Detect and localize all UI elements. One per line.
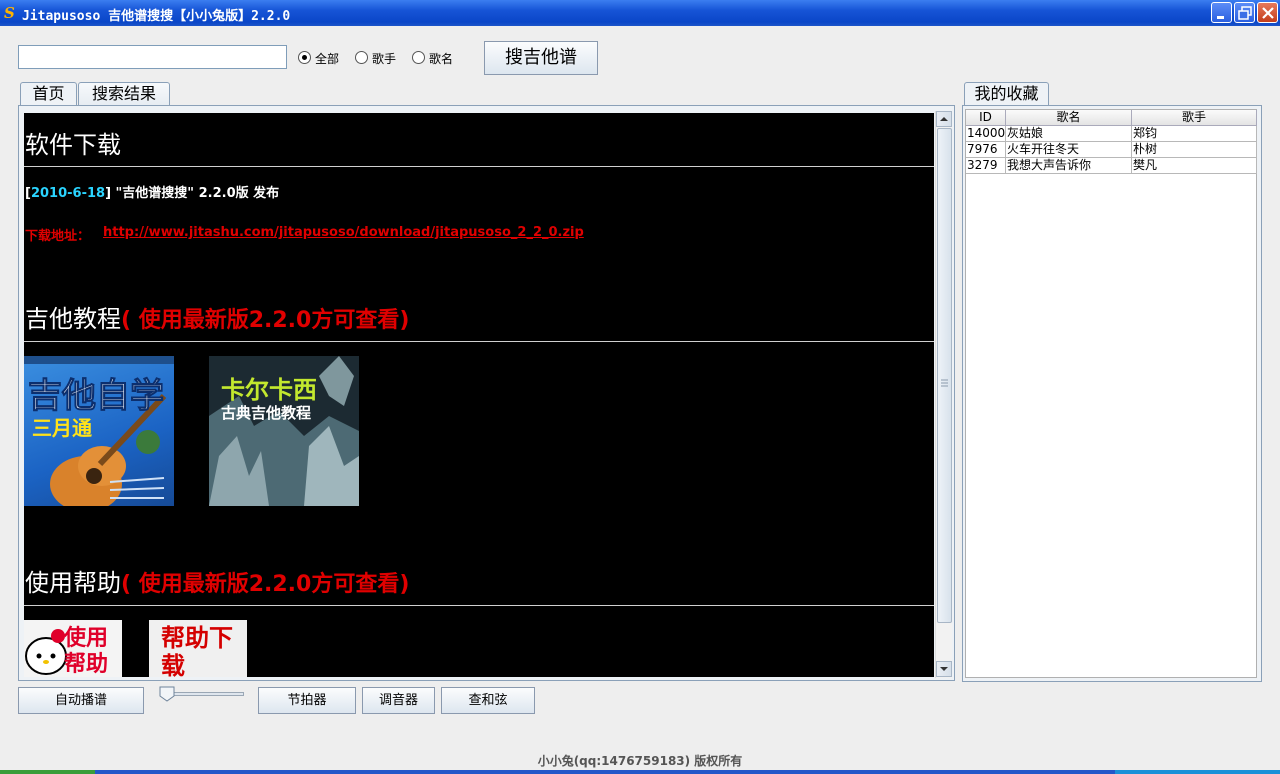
arrow-up-icon	[940, 117, 948, 121]
download-link[interactable]: http://www.jitashu.com/jitapusoso/downlo…	[103, 225, 584, 240]
news-item: [2010-6-18] "吉他谱搜搜" 2.2.0版 发布	[25, 182, 279, 201]
download-label: 下载地址：	[25, 229, 91, 244]
search-guitar-tab-button[interactable]: 搜吉他谱	[484, 41, 598, 75]
help-cover-title: 使用帮助	[64, 626, 109, 677]
cover-title: 吉他自学	[28, 376, 165, 417]
help-cover-title: 帮助下载	[161, 624, 233, 677]
scroll-down-button[interactable]	[936, 661, 952, 677]
divider	[24, 605, 934, 606]
tuner-button[interactable]: 调音器	[362, 687, 435, 714]
taskbar-strip	[0, 770, 1280, 774]
tutorial-note: ( 使用最新版2.2.0方可查看)	[121, 308, 410, 333]
radio-song[interactable]	[412, 51, 425, 64]
title-bar[interactable]: S Jitapusoso 吉他谱搜搜【小小兔版】2.2.0	[0, 0, 1280, 26]
radio-singer-label[interactable]: 歌手	[372, 50, 396, 67]
close-icon	[1262, 7, 1274, 19]
table-cell[interactable]: 灰姑娘	[1006, 126, 1132, 142]
help-heading: 使用帮助( 使用最新版2.2.0方可查看)	[25, 563, 409, 598]
speed-slider-thumb[interactable]	[159, 686, 175, 702]
table-cell[interactable]: 朴树	[1132, 142, 1257, 158]
table-cell[interactable]: 7976	[966, 142, 1006, 158]
radio-all[interactable]	[298, 51, 311, 64]
news-text: ] "吉他谱搜搜" 2.2.0版 发布	[105, 186, 280, 201]
app-logo-icon[interactable]: S	[4, 4, 18, 22]
minimize-icon	[1217, 16, 1224, 19]
window-title: Jitapusoso 吉他谱搜搜【小小兔版】2.2.0	[22, 9, 291, 24]
divider	[24, 166, 934, 167]
restore-icon	[1238, 6, 1252, 20]
search-input[interactable]	[18, 45, 287, 69]
tab-favorites[interactable]: 我的收藏	[964, 82, 1049, 107]
close-button[interactable]	[1257, 2, 1278, 23]
help-cover-download[interactable]: 帮助下载	[149, 620, 247, 677]
copyright-footer: 小小兔(qq:1476759183) 版权所有	[537, 754, 743, 768]
radio-singer[interactable]	[355, 51, 368, 64]
tutorial-heading-text: 吉他教程	[25, 305, 121, 333]
cover-subtitle: 古典吉他教程	[221, 404, 312, 422]
cover-subtitle: 三月通	[32, 416, 92, 440]
column-header-singer[interactable]: 歌手	[1132, 110, 1257, 126]
cover-title: 卡尔卡西	[221, 376, 317, 404]
arrow-down-icon	[940, 667, 948, 671]
help-cover-usage[interactable]: 使用帮助	[24, 620, 122, 677]
metronome-button[interactable]: 节拍器	[258, 687, 356, 714]
help-heading-text: 使用帮助	[25, 569, 121, 597]
restore-button[interactable]	[1234, 2, 1255, 23]
minimize-button[interactable]	[1211, 2, 1232, 23]
table-cell[interactable]: 14000	[966, 126, 1006, 142]
grip-icon	[941, 379, 948, 387]
table-cell[interactable]: 我想大声告诉你	[1006, 158, 1132, 174]
divider	[24, 341, 934, 342]
content-scrollbar[interactable]	[935, 111, 952, 678]
help-note: ( 使用最新版2.2.0方可查看)	[121, 572, 410, 597]
autoplay-button[interactable]: 自动播谱	[18, 687, 144, 714]
home-content[interactable]: 软件下载 [2010-6-18] "吉他谱搜搜" 2.2.0版 发布 下载地址：…	[24, 113, 934, 677]
table-cell[interactable]: 樊凡	[1132, 158, 1257, 174]
scroll-thumb[interactable]	[937, 128, 952, 623]
favorites-table[interactable]: ID 歌名 歌手 14000 灰姑娘 郑钧 7976 火车开往冬天 朴树 327…	[965, 109, 1257, 678]
chord-lookup-button[interactable]: 查和弦	[441, 687, 535, 714]
download-heading: 软件下载	[25, 131, 121, 159]
tutorial-cover-self-study[interactable]: 吉他自学 三月通	[24, 356, 174, 506]
tab-search-results[interactable]: 搜索结果	[78, 82, 170, 106]
column-header-song[interactable]: 歌名	[1006, 110, 1132, 126]
tab-home[interactable]: 首页	[20, 82, 77, 107]
news-date: 2010-6-18	[30, 186, 106, 201]
radio-song-label[interactable]: 歌名	[429, 50, 453, 67]
table-cell[interactable]: 火车开往冬天	[1006, 142, 1132, 158]
tutorial-cover-carcassi[interactable]: 卡尔卡西 古典吉他教程	[209, 356, 359, 506]
table-cell[interactable]: 郑钧	[1132, 126, 1257, 142]
column-header-id[interactable]: ID	[966, 110, 1006, 126]
tutorial-heading: 吉他教程( 使用最新版2.2.0方可查看)	[25, 299, 409, 334]
table-cell[interactable]: 3279	[966, 158, 1006, 174]
slider-thumb-icon	[159, 686, 175, 702]
scroll-up-button[interactable]	[936, 111, 952, 127]
radio-all-label[interactable]: 全部	[315, 50, 339, 67]
